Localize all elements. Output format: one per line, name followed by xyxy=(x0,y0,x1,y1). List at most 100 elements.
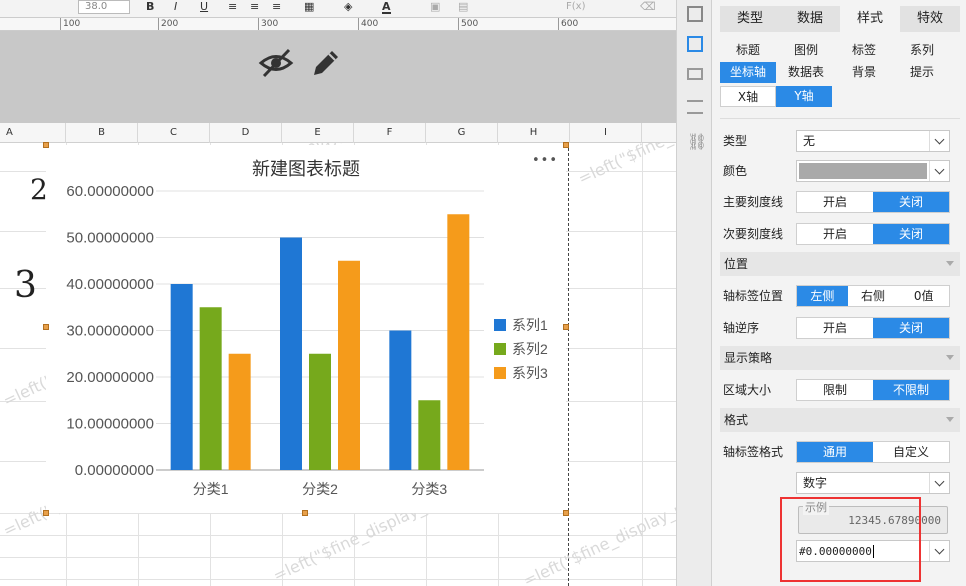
pos-zero[interactable]: 0值 xyxy=(898,286,949,306)
column-d[interactable]: D xyxy=(210,123,282,143)
column-g[interactable]: G xyxy=(426,123,498,143)
column-h[interactable]: H xyxy=(498,123,570,143)
area-size-label: 区域大小 xyxy=(723,383,772,397)
table-icon[interactable]: ▤ xyxy=(458,0,468,14)
x-tick-label: 分类2 xyxy=(302,481,338,497)
number-type-value: 数字 xyxy=(803,476,828,490)
image-icon[interactable]: ▣ xyxy=(430,0,440,14)
resize-handle[interactable] xyxy=(563,324,569,330)
subtab-label[interactable]: 标签 xyxy=(836,40,892,61)
column-a[interactable]: A xyxy=(0,123,66,143)
major-tick-label: 主要刻度线 xyxy=(723,195,784,209)
resize-handle[interactable] xyxy=(302,510,308,516)
y-tick-label: 0.00000000 xyxy=(75,462,154,479)
area-size-toggle[interactable]: 限制 不限制 xyxy=(796,379,950,401)
major-tick-on[interactable]: 开启 xyxy=(797,192,873,212)
resize-handle[interactable] xyxy=(563,510,569,516)
column-e[interactable]: E xyxy=(282,123,354,143)
chart-style-icon[interactable] xyxy=(687,36,703,52)
type-select[interactable]: 无 xyxy=(796,130,950,152)
area-no-limit[interactable]: 不限制 xyxy=(873,380,949,400)
hide-icon[interactable] xyxy=(258,47,294,79)
subtab-tooltip[interactable]: 提示 xyxy=(892,62,952,83)
minor-tick-toggle[interactable]: 开启 关闭 xyxy=(796,223,950,245)
chevron-down-icon xyxy=(929,473,949,493)
position-section[interactable]: 位置 xyxy=(720,252,960,276)
tab-style[interactable]: 样式 xyxy=(840,6,900,32)
column-b[interactable]: B xyxy=(66,123,138,143)
subtab-datatable[interactable]: 数据表 xyxy=(776,62,836,83)
ruler-mark: 100 xyxy=(63,19,81,29)
resize-handle[interactable] xyxy=(43,324,49,330)
subtab-background[interactable]: 背景 xyxy=(836,62,892,83)
link-icon[interactable]: ⛓ xyxy=(687,132,707,151)
bar xyxy=(418,400,441,470)
tab-type[interactable]: 类型 xyxy=(720,6,780,32)
axis-tab-x[interactable]: X轴 xyxy=(720,86,776,107)
fill-color-icon[interactable]: ◈ xyxy=(344,0,352,14)
pos-right[interactable]: 右侧 xyxy=(848,286,899,306)
major-tick-toggle[interactable]: 开启 关闭 xyxy=(796,191,950,213)
align-left-icon[interactable]: ≡ xyxy=(228,0,237,14)
legend-label: 系列1 xyxy=(512,317,548,333)
y-tick-label: 60.00000000 xyxy=(66,183,154,200)
tab-effects[interactable]: 特效 xyxy=(900,6,960,32)
edit-icon[interactable] xyxy=(310,47,342,79)
settings-panel: 类型 数据 样式 特效 标题 图例 标签 系列 坐标轴 数据表 背景 提示 X轴… xyxy=(712,0,966,586)
minor-tick-label: 次要刻度线 xyxy=(723,227,784,241)
minor-tick-on[interactable]: 开启 xyxy=(797,224,873,244)
formula-icon[interactable]: F(x) xyxy=(566,0,585,14)
italic-icon[interactable]: I xyxy=(174,0,177,14)
display-section[interactable]: 显示策略 xyxy=(720,346,960,370)
properties-icon[interactable] xyxy=(687,6,703,22)
axis-tab-y[interactable]: Y轴 xyxy=(776,86,832,107)
minor-tick-off[interactable]: 关闭 xyxy=(873,224,949,244)
column-i[interactable]: I xyxy=(570,123,642,143)
chevron-down-icon xyxy=(929,161,949,181)
resize-handle[interactable] xyxy=(563,142,569,148)
format-custom[interactable]: 自定义 xyxy=(873,442,949,462)
ruler-mark: 200 xyxy=(161,19,179,29)
reverse-off[interactable]: 关闭 xyxy=(873,318,949,338)
color-picker[interactable] xyxy=(796,160,950,182)
align-center-icon[interactable]: ≡ xyxy=(250,0,259,14)
format-general[interactable]: 通用 xyxy=(797,442,873,462)
collapse-icon xyxy=(946,261,954,266)
font-size-field[interactable]: 38.0 xyxy=(78,0,130,14)
cell-value: 3 xyxy=(14,265,37,306)
axis-format-toggle[interactable]: 通用 自定义 xyxy=(796,441,950,463)
list-icon[interactable] xyxy=(687,100,703,114)
column-f[interactable]: F xyxy=(354,123,426,143)
subtab-series[interactable]: 系列 xyxy=(892,40,952,61)
column-c[interactable]: C xyxy=(138,123,210,143)
resize-handle[interactable] xyxy=(43,510,49,516)
reverse-on[interactable]: 开启 xyxy=(797,318,873,338)
subtab-title[interactable]: 标题 xyxy=(720,40,776,61)
subtab-legend[interactable]: 图例 xyxy=(776,40,836,61)
underline-icon[interactable]: U xyxy=(200,0,208,14)
subtab-axis[interactable]: 坐标轴 xyxy=(720,62,776,83)
axis-format-label: 轴标签格式 xyxy=(723,445,784,459)
ruler: 100 200 300 400 500 600 xyxy=(0,18,676,31)
tab-data[interactable]: 数据 xyxy=(780,6,840,32)
widget-icon[interactable] xyxy=(687,68,703,80)
pos-left[interactable]: 左侧 xyxy=(797,286,848,306)
align-right-icon[interactable]: ≡ xyxy=(272,0,281,14)
border-icon[interactable]: ▦ xyxy=(304,0,314,14)
area-limit[interactable]: 限制 xyxy=(797,380,873,400)
column-header: A B C D E F G H I xyxy=(0,123,676,143)
chevron-down-icon xyxy=(929,541,949,561)
axis-label-position-toggle[interactable]: 左侧 右侧 0值 xyxy=(796,285,950,307)
reverse-label: 轴逆序 xyxy=(723,321,760,335)
resize-handle[interactable] xyxy=(43,142,49,148)
font-color-icon[interactable]: A xyxy=(382,0,391,14)
bold-icon[interactable]: B xyxy=(146,0,154,14)
highlight-box xyxy=(780,497,921,582)
format-section[interactable]: 格式 xyxy=(720,408,960,432)
page-break-line xyxy=(568,143,569,586)
number-type-select[interactable]: 数字 xyxy=(796,472,950,494)
reverse-toggle[interactable]: 开启 关闭 xyxy=(796,317,950,339)
chart-container[interactable]: 新建图表标题 ••• 0.00000000 10.00000000 20.00000… xyxy=(46,145,566,513)
clear-icon[interactable]: ⌫ xyxy=(640,0,656,14)
major-tick-off[interactable]: 关闭 xyxy=(873,192,949,212)
